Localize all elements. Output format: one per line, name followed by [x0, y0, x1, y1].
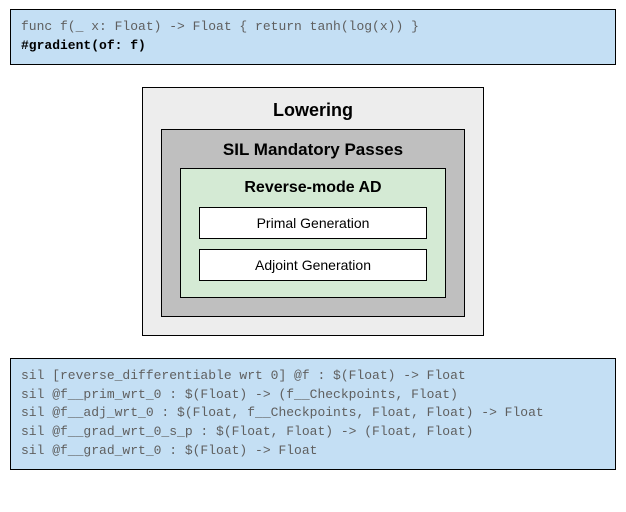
sil-passes-box: SIL Mandatory Passes Reverse-mode AD Pri… [161, 129, 465, 317]
sil-passes-title: SIL Mandatory Passes [180, 140, 446, 160]
pipeline-diagram: Lowering SIL Mandatory Passes Reverse-mo… [0, 87, 626, 336]
adjoint-generation-box: Adjoint Generation [199, 249, 427, 281]
source-code-line-2: #gradient(of: f) [21, 37, 605, 56]
sil-output-box: sil [reverse_differentiable wrt 0] @f : … [10, 358, 616, 470]
sil-line-2: sil @f__prim_wrt_0 : $(Float) -> (f__Che… [21, 386, 605, 405]
lowering-title: Lowering [161, 100, 465, 121]
sil-line-3: sil @f__adj_wrt_0 : $(Float, f__Checkpoi… [21, 404, 605, 423]
reverse-ad-title: Reverse-mode AD [199, 179, 427, 197]
primal-generation-box: Primal Generation [199, 207, 427, 239]
sil-line-4: sil @f__grad_wrt_0_s_p : $(Float, Float)… [21, 423, 605, 442]
sil-line-1: sil [reverse_differentiable wrt 0] @f : … [21, 367, 605, 386]
lowering-box: Lowering SIL Mandatory Passes Reverse-mo… [142, 87, 484, 336]
sil-line-5: sil @f__grad_wrt_0 : $(Float) -> Float [21, 442, 605, 461]
source-code-line-1: func f(_ x: Float) -> Float { return tan… [21, 18, 605, 37]
source-code-box: func f(_ x: Float) -> Float { return tan… [10, 9, 616, 65]
reverse-ad-box: Reverse-mode AD Primal Generation Adjoin… [180, 168, 446, 298]
